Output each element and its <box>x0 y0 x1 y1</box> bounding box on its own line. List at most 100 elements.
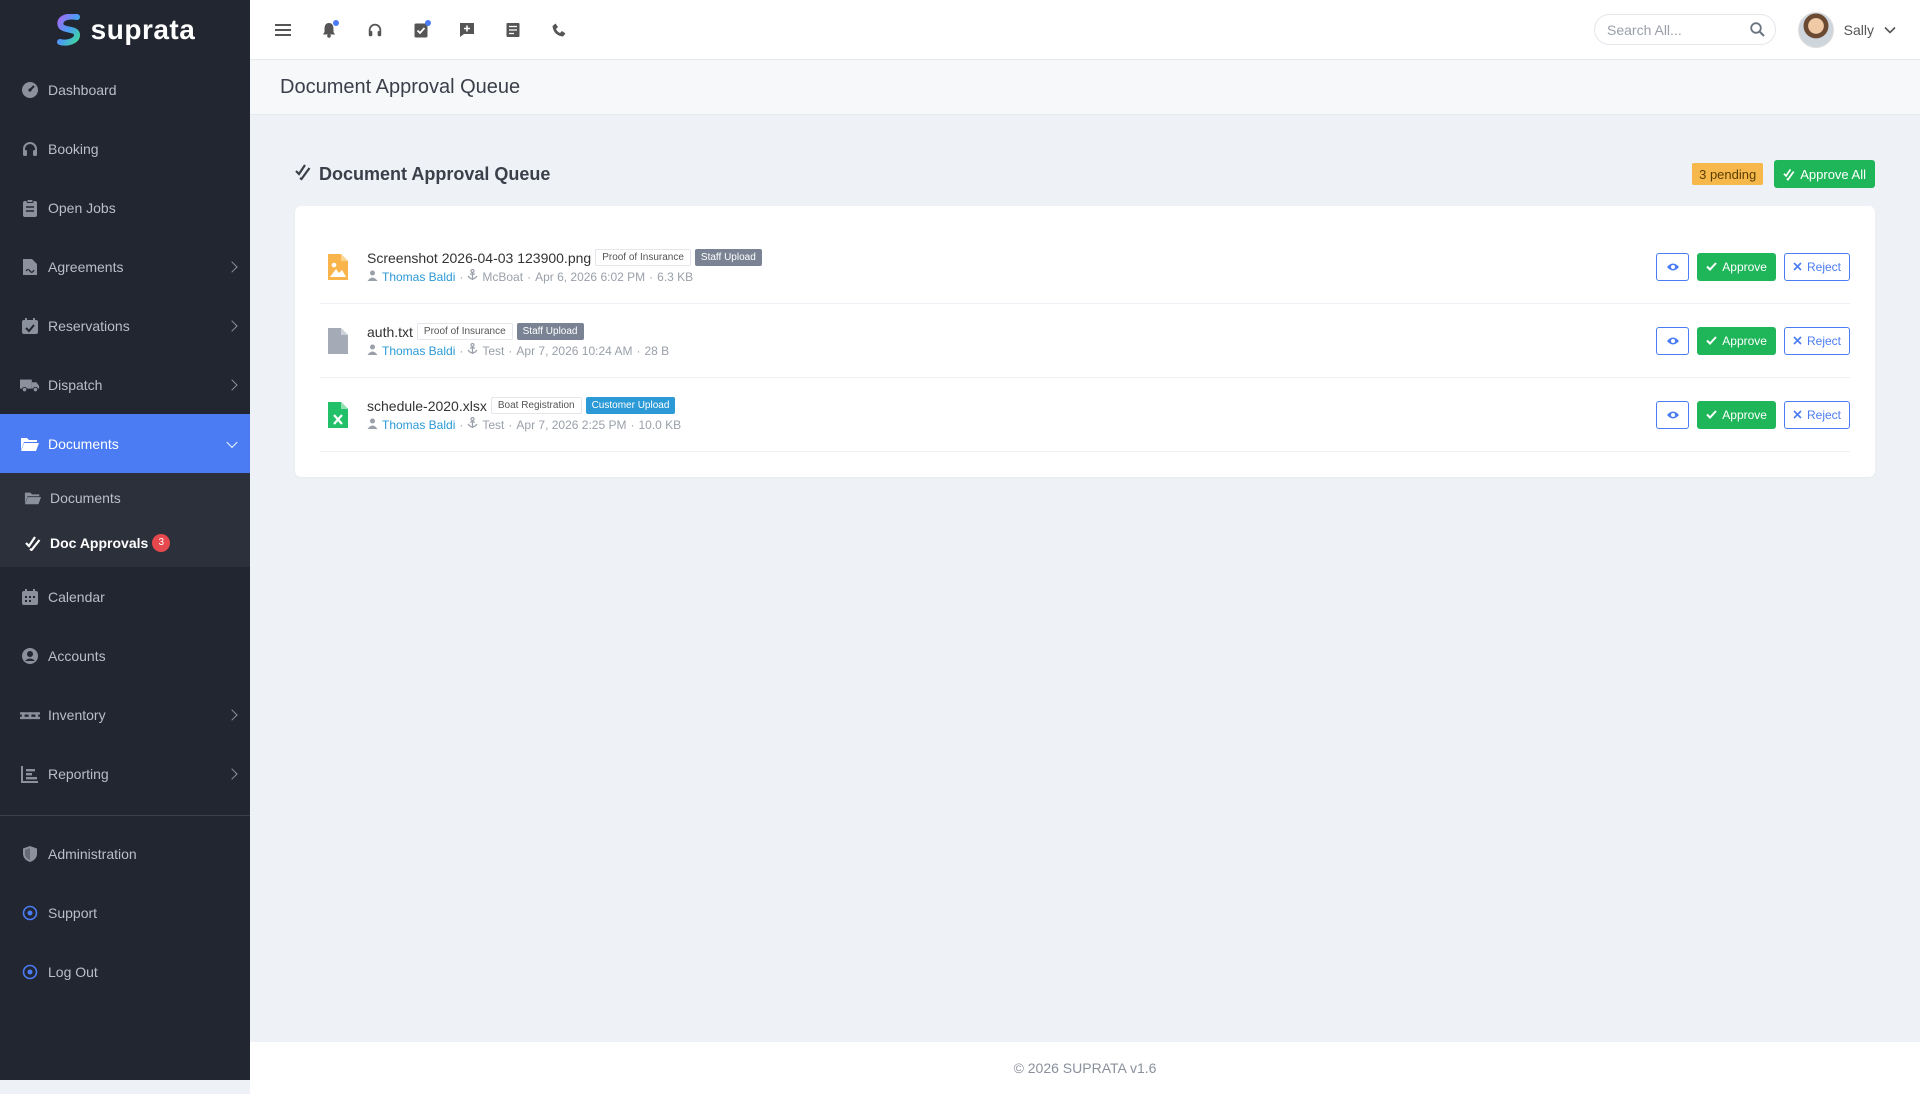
sidebar-nav: Dashboard Booking Open Jobs Agreements R… <box>0 60 250 1001</box>
meta-separator: · <box>636 343 641 358</box>
document-title-line: Screenshot 2026-04-03 123900.png Proof o… <box>367 249 1656 266</box>
sidebar-item-inventory[interactable]: Inventory <box>0 685 250 744</box>
category-tag: Boat Registration <box>490 397 582 414</box>
uploader-link[interactable]: Thomas Baldi <box>382 418 455 432</box>
sidebar-item-documents[interactable]: Documents <box>0 414 250 473</box>
folder-open-icon <box>20 434 40 454</box>
close-icon <box>1793 262 1802 271</box>
logo-text: suprata <box>90 14 196 45</box>
document-row: Screenshot 2026-04-03 123900.png Proof o… <box>320 230 1850 304</box>
search-icon[interactable] <box>1750 22 1765 42</box>
calendar-check-icon <box>20 316 40 336</box>
headset-icon[interactable] <box>352 7 398 53</box>
user-name[interactable]: Sally <box>1844 22 1874 38</box>
target-icon <box>20 903 40 923</box>
gauge-icon <box>20 80 40 100</box>
chevron-right-icon <box>226 708 238 721</box>
meta-separator: · <box>459 269 464 284</box>
approve-button[interactable]: Approve <box>1697 252 1776 281</box>
sidebar-item-administration[interactable]: Administration <box>0 824 250 883</box>
document-filename[interactable]: auth.txt <box>367 324 413 340</box>
sidebar-item-support[interactable]: Support <box>0 883 250 942</box>
sidebar-item-open-jobs[interactable]: Open Jobs <box>0 178 250 237</box>
sidebar-item-label: Reservations <box>48 317 130 334</box>
section-title: Document Approval Queue <box>319 163 551 184</box>
anchor-icon <box>467 268 478 284</box>
reject-button[interactable]: Reject <box>1783 400 1850 429</box>
sidebar-item-label: Support <box>48 904 98 921</box>
close-icon <box>1793 410 1802 419</box>
user-icon <box>367 344 378 358</box>
reject-button[interactable]: Reject <box>1783 252 1850 281</box>
uploader-link[interactable]: Thomas Baldi <box>382 344 455 358</box>
approve-all-button[interactable]: Approve All <box>1774 160 1875 188</box>
truck-icon <box>20 375 40 395</box>
sidebar-item-label: Open Jobs <box>48 199 116 216</box>
document-info: Screenshot 2026-04-03 123900.png Proof o… <box>367 249 1656 284</box>
document-filename[interactable]: Screenshot 2026-04-03 123900.png <box>367 250 591 266</box>
chevron-down-icon[interactable] <box>1884 21 1896 39</box>
chevron-right-icon <box>226 260 238 273</box>
document-title-line: schedule-2020.xlsx Boat Registration Cus… <box>367 397 1656 414</box>
document-actions: Approve Reject <box>1656 400 1850 429</box>
search-input[interactable] <box>1607 21 1747 38</box>
sidebar-item-reservations[interactable]: Reservations <box>0 296 250 355</box>
sidebar-item-label: Agreements <box>48 258 124 275</box>
approve-button[interactable]: Approve <box>1697 326 1776 355</box>
notification-dot <box>425 19 431 26</box>
document-filename[interactable]: schedule-2020.xlsx <box>367 398 487 414</box>
view-button[interactable] <box>1656 252 1690 281</box>
eye-icon <box>1666 411 1679 418</box>
sidebar-item-booking[interactable]: Booking <box>0 119 250 178</box>
document-row: schedule-2020.xlsx Boat Registration Cus… <box>320 378 1850 452</box>
approve-all-label: Approve All <box>1800 166 1866 182</box>
menu-icon[interactable] <box>260 7 306 53</box>
logo[interactable]: suprata <box>0 0 250 60</box>
user-menu[interactable]: Sally <box>1797 12 1896 48</box>
folder-open-icon <box>24 489 42 507</box>
text-file-icon <box>325 326 351 356</box>
bar-chart-icon <box>20 764 40 784</box>
uploader-link[interactable]: Thomas Baldi <box>382 270 455 284</box>
document-row: auth.txt Proof of Insurance Staff Upload… <box>320 304 1850 378</box>
sidebar-item-label: Inventory <box>48 706 106 723</box>
documents-subnav: Documents Doc Approvals 3 <box>0 473 250 567</box>
target-icon <box>20 962 40 982</box>
document-meta-line: Thomas Baldi · Test · Apr 7, 2026 2:25 P… <box>367 416 1656 432</box>
boat-name: McBoat <box>482 269 524 284</box>
message-plus-icon[interactable] <box>444 7 490 53</box>
section-actions: 3 pending Approve All <box>1692 160 1875 188</box>
view-button[interactable] <box>1656 326 1690 355</box>
double-check-icon <box>1783 168 1795 181</box>
sidebar-item-label: Dashboard <box>48 81 117 98</box>
sidebar-item-dispatch[interactable]: Dispatch <box>0 355 250 414</box>
file-size: 6.3 KB <box>657 269 694 284</box>
upload-date: Apr 7, 2026 2:25 PM <box>516 417 627 432</box>
avatar[interactable] <box>1797 12 1834 48</box>
sidebar-item-agreements[interactable]: Agreements <box>0 237 250 296</box>
phone-icon[interactable] <box>536 7 582 53</box>
reject-label: Reject <box>1806 333 1841 348</box>
anchor-icon <box>467 416 478 432</box>
headset-icon <box>20 139 40 159</box>
notes-icon[interactable] <box>490 7 536 53</box>
footer: © 2026 SUPRATA v1.6 <box>250 1042 1920 1094</box>
approve-button[interactable]: Approve <box>1697 400 1776 429</box>
sidebar-item-dashboard[interactable]: Dashboard <box>0 60 250 119</box>
subnav-item-doc-approvals[interactable]: Doc Approvals 3 <box>0 520 250 565</box>
document-meta-line: Thomas Baldi · McBoat · Apr 6, 2026 6:02… <box>367 268 1656 284</box>
search-box[interactable] <box>1594 14 1776 45</box>
bell-icon[interactable] <box>306 7 352 53</box>
main-content: Document Approval Queue 3 pending Approv… <box>295 160 1875 477</box>
sidebar-item-accounts[interactable]: Accounts <box>0 626 250 685</box>
chevron-right-icon <box>226 767 238 780</box>
file-signature-icon <box>20 257 40 277</box>
sidebar-item-log-out[interactable]: Log Out <box>0 942 250 1001</box>
sidebar-item-calendar[interactable]: Calendar <box>0 567 250 626</box>
clipboard-icon <box>20 198 40 218</box>
subnav-item-documents[interactable]: Documents <box>0 475 250 520</box>
reject-button[interactable]: Reject <box>1783 326 1850 355</box>
view-button[interactable] <box>1656 400 1690 429</box>
sidebar-item-reporting[interactable]: Reporting <box>0 744 250 803</box>
task-icon[interactable] <box>398 7 444 53</box>
